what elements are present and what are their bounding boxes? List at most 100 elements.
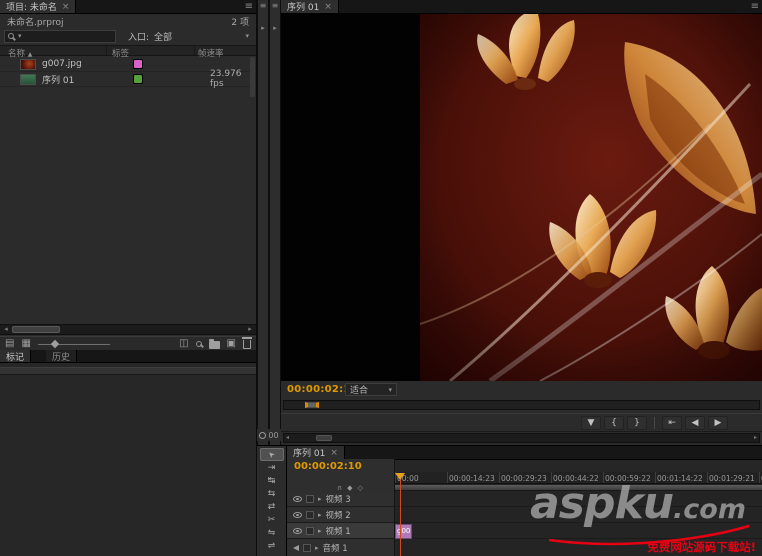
scroll-right-icon[interactable]: ▸: [245, 325, 255, 334]
bin-horizontal-scrollbar[interactable]: ◂ ▸: [0, 324, 256, 335]
speaker-icon[interactable]: [293, 544, 299, 551]
chevron-down-icon: ▾: [245, 32, 249, 40]
chevron-right-icon[interactable]: ▸: [270, 24, 280, 32]
panel-menu-icon[interactable]: ≡: [751, 0, 759, 13]
panel-menu-icon[interactable]: ≡: [245, 0, 253, 13]
play-button[interactable]: ▶: [708, 416, 728, 430]
find-button[interactable]: [195, 340, 202, 347]
panel-splitter[interactable]: ≡ ▸: [257, 0, 269, 445]
slider-thumb[interactable]: [50, 339, 60, 348]
zoom-slider[interactable]: [37, 338, 110, 350]
scrollbar-thumb[interactable]: [316, 435, 332, 441]
set-unnumbered-marker-button[interactable]: ◇: [358, 484, 363, 492]
chevron-down-icon: ▾: [388, 385, 392, 394]
track-content[interactable]: [395, 539, 762, 556]
toggle-track-output-icon[interactable]: [293, 527, 302, 534]
tab-markers-label: 标记: [6, 352, 25, 363]
collapse-track-icon[interactable]: ▸: [315, 544, 319, 552]
track-lock-toggle[interactable]: [306, 510, 314, 519]
time-ruler[interactable]: 00:00 00:00:14:23 00:00:29:23 00:00:44:2…: [395, 472, 762, 484]
collapse-track-icon[interactable]: ▸: [318, 511, 322, 519]
snap-toggle[interactable]: ∩: [337, 484, 342, 492]
clear-button[interactable]: [242, 337, 252, 349]
icon-view-button[interactable]: ▦: [21, 338, 30, 350]
close-icon[interactable]: ×: [62, 2, 70, 12]
bin-vertical-scrollbar[interactable]: [250, 57, 255, 97]
track-lock-toggle[interactable]: [306, 526, 314, 535]
collapse-track-icon[interactable]: ▸: [318, 495, 322, 503]
playhead-line[interactable]: [400, 479, 401, 556]
close-icon[interactable]: ×: [330, 448, 338, 458]
tab-sequence-monitor-label: 序列 01: [287, 3, 320, 13]
track-row: ▸ 视频 1: [287, 523, 762, 539]
tab-project-label: 项目: 未命名: [6, 3, 57, 13]
new-item-button[interactable]: ▣: [227, 338, 236, 350]
rolling-edit-tool[interactable]: ⇆: [260, 487, 284, 500]
entry-label: 入口:: [128, 32, 150, 43]
scroll-left-icon[interactable]: ◂: [286, 434, 289, 442]
list-view-button[interactable]: ▤: [5, 338, 14, 350]
ripple-edit-tool[interactable]: ↹: [260, 474, 284, 487]
column-divider: [106, 46, 107, 55]
track-content[interactable]: [395, 523, 762, 539]
tab-history-label: 历史: [52, 352, 71, 363]
toggle-track-output-icon[interactable]: [293, 511, 302, 518]
track-content[interactable]: [395, 491, 762, 507]
slip-tool[interactable]: ⇋: [260, 526, 284, 539]
monitor-seek-bar[interactable]: [283, 400, 760, 410]
collapse-track-icon[interactable]: ▸: [318, 527, 322, 535]
chevron-right-icon[interactable]: ▸: [258, 24, 268, 32]
seek-thumb[interactable]: [305, 402, 319, 408]
razor-tool[interactable]: ✂: [260, 513, 284, 526]
scroll-left-icon[interactable]: ◂: [1, 325, 11, 334]
close-icon[interactable]: ×: [324, 2, 332, 12]
set-marker-button[interactable]: ◆: [347, 484, 352, 492]
scroll-right-icon[interactable]: ▸: [754, 434, 757, 442]
panel-splitter[interactable]: ≡ ▸: [269, 0, 281, 445]
timeline-timecode[interactable]: 00:00:02:10: [294, 461, 362, 472]
tools-panel: ➤ ⇥ ↹ ⇆ ⇄ ✂ ⇋ ⇌: [257, 445, 287, 556]
markers-panel: [0, 363, 257, 556]
ruler-label: 00:00:29:23: [501, 474, 547, 483]
rate-stretch-tool[interactable]: ⇄: [260, 500, 284, 513]
slide-tool[interactable]: ⇌: [260, 539, 284, 552]
track-lock-toggle[interactable]: [306, 494, 314, 503]
playhead-handle[interactable]: [395, 473, 405, 485]
entry-filter-dropdown[interactable]: 入口: 全部 ▾: [126, 30, 251, 43]
track-header: ▸ 视频 1: [287, 523, 395, 539]
ruler-label: 00:01:29:21: [709, 474, 755, 483]
divider: [654, 417, 655, 429]
tab-history[interactable]: 历史: [46, 350, 78, 363]
mark-out-button[interactable]: }: [627, 416, 647, 430]
timeline-clip[interactable]: g00: [395, 524, 412, 539]
label-swatch[interactable]: [133, 59, 143, 69]
search-input[interactable]: ▾: [4, 29, 116, 43]
tab-markers[interactable]: 标记: [0, 350, 32, 363]
track-row: ▸ 音频 1: [287, 539, 762, 556]
timeline-tabbar: 序列 01 ×: [287, 446, 762, 460]
track-row: ▸ 视频 3: [287, 491, 762, 507]
label-swatch[interactable]: [133, 74, 143, 84]
grip-icon: ≡: [271, 1, 279, 10]
selection-tool[interactable]: ➤: [259, 448, 284, 461]
entry-value: 全部: [154, 32, 173, 43]
go-to-in-button[interactable]: ⇤: [662, 416, 682, 430]
work-area-bar[interactable]: [395, 484, 762, 491]
mark-in-button[interactable]: {: [604, 416, 624, 430]
track-name: 视频 1: [325, 526, 351, 537]
track-select-tool[interactable]: ⇥: [260, 461, 284, 474]
bin-item-row[interactable]: 序列 01 23.976 fps: [0, 69, 250, 89]
automate-to-sequence-button[interactable]: ◫: [179, 338, 188, 350]
tab-project[interactable]: 项目: 未命名 ×: [0, 0, 77, 13]
monitor-horizontal-scrollbar[interactable]: ◂ ▸: [283, 433, 760, 443]
tab-sequence-timeline[interactable]: 序列 01 ×: [287, 446, 345, 459]
zoom-level-dropdown[interactable]: 适合 ▾: [345, 383, 397, 396]
lift-button[interactable]: ▼: [581, 416, 601, 430]
tab-sequence-monitor[interactable]: 序列 01 ×: [281, 0, 339, 13]
new-bin-button[interactable]: [208, 338, 220, 349]
toggle-track-output-icon[interactable]: [293, 495, 302, 502]
track-lock-toggle[interactable]: [303, 543, 311, 552]
track-content[interactable]: [395, 507, 762, 523]
scrollbar-thumb[interactable]: [12, 326, 60, 333]
step-back-button[interactable]: ◀: [685, 416, 705, 430]
